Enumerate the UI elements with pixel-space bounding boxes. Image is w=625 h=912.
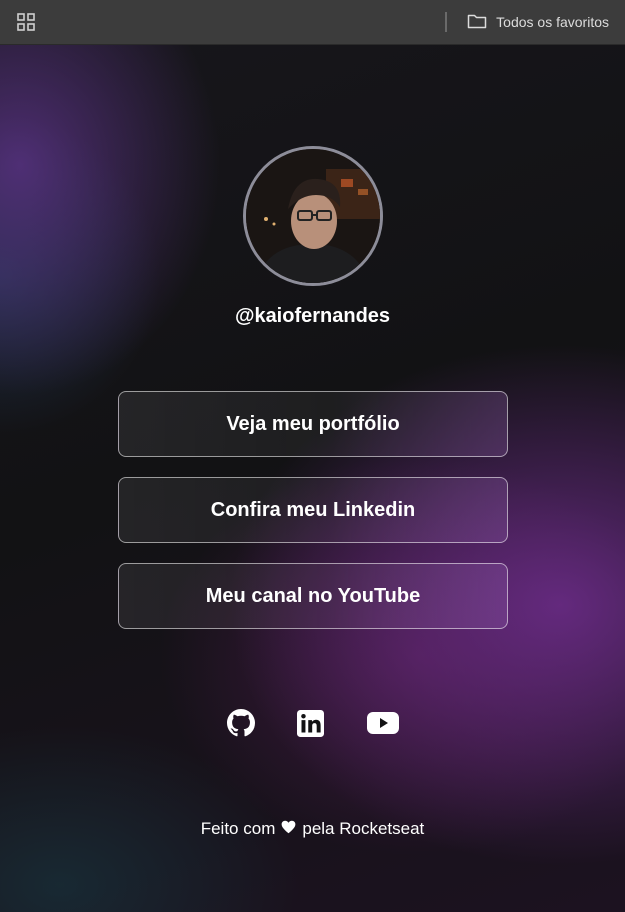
youtube-icon[interactable] <box>366 709 399 737</box>
all-bookmarks-button[interactable]: Todos os favoritos <box>467 13 609 32</box>
linkedin-link-button[interactable]: Confira meu Linkedin <box>118 477 508 543</box>
bookmarks-divider <box>445 12 448 32</box>
profile-handle: @kaiofernandes <box>234 305 391 327</box>
footer-suffix: pela Rocketseat <box>302 819 425 838</box>
all-bookmarks-label: Todos os favoritos <box>496 14 609 30</box>
github-icon[interactable] <box>226 709 255 737</box>
linkedin-icon[interactable] <box>297 709 325 737</box>
folder-icon <box>467 13 487 32</box>
apps-grid-icon[interactable] <box>16 12 36 32</box>
youtube-link-button[interactable]: Meu canal no YouTube <box>118 563 508 629</box>
linktree-page: @kaiofernandes Veja meu portfólio Confir… <box>0 45 625 912</box>
portfolio-link-button[interactable]: Veja meu portfólio <box>118 391 508 457</box>
footer: Feito com pela Rocketseat <box>0 819 625 839</box>
footer-prefix: Feito com <box>200 819 276 838</box>
bookmarks-bar-right: Todos os favoritos <box>445 12 609 32</box>
bookmarks-bar: Todos os favoritos <box>0 0 625 45</box>
links-list: Veja meu portfólio Confira meu Linkedin … <box>118 391 508 649</box>
social-links <box>0 709 625 737</box>
avatar <box>243 146 383 286</box>
heart-icon <box>281 819 296 839</box>
